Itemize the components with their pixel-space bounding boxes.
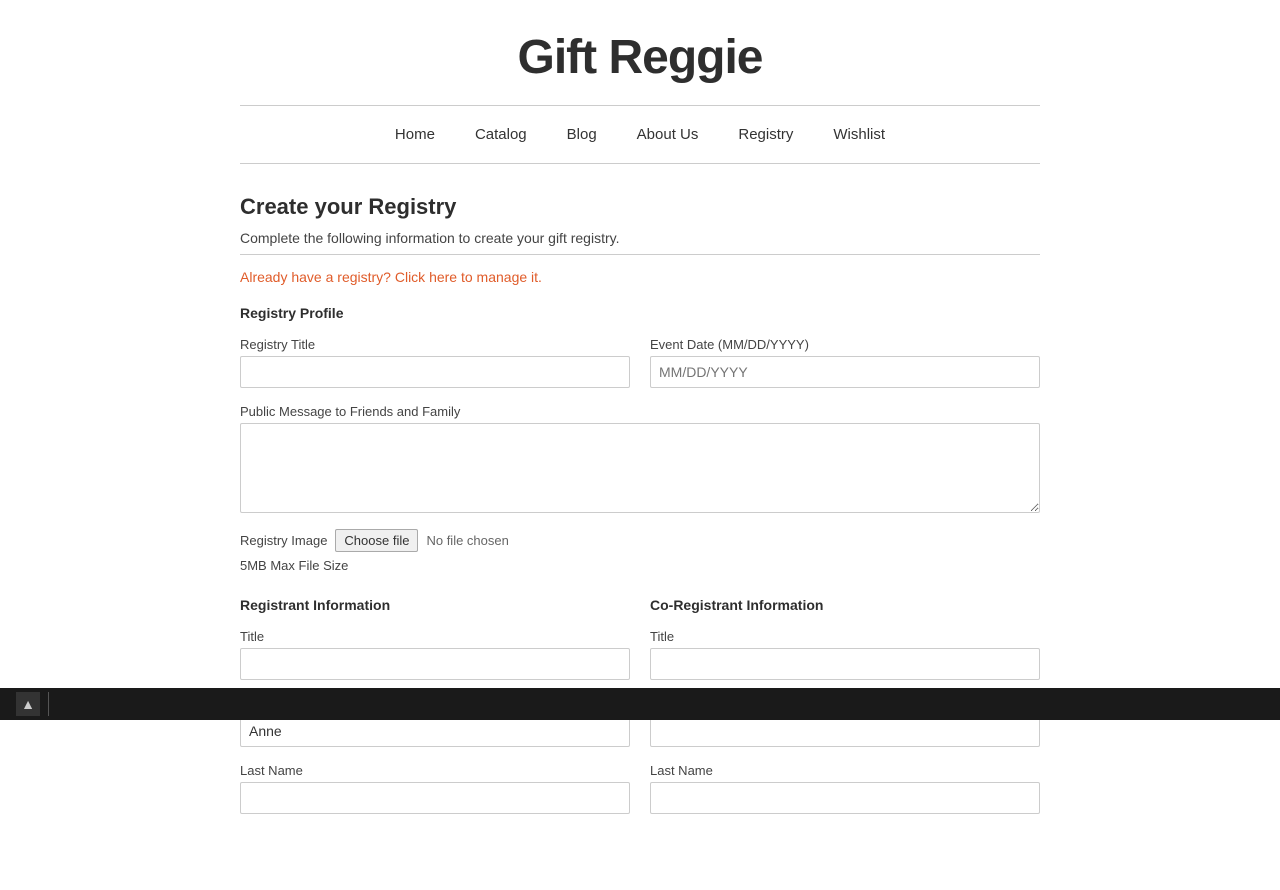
nav-about-us[interactable]: About Us [637,126,699,143]
registry-image-label: Registry Image [240,533,327,548]
registry-title-group: Registry Title [240,337,630,388]
bottom-bar: ▲ [0,688,1280,720]
co-registrant-title-label: Title [650,629,1040,644]
nav-registry[interactable]: Registry [738,126,793,143]
public-message-label: Public Message to Friends and Family [240,404,1040,419]
scroll-up-button[interactable]: ▲ [16,692,40,716]
registrant-title-input[interactable] [240,648,630,680]
co-registrant-title-group: Title [650,629,1040,680]
no-file-chosen-text: No file chosen [426,533,508,548]
registrant-last-name-input[interactable] [240,782,630,814]
choose-file-button[interactable]: Choose file [335,529,418,552]
nav-catalog[interactable]: Catalog [475,126,527,143]
registrant-last-name-label: Last Name [240,763,630,778]
file-upload-row: Registry Image Choose file No file chose… [240,529,1040,552]
existing-registry-link[interactable]: Already have a registry? Click here to m… [240,269,1040,285]
site-nav: Home Catalog Blog About Us Registry Wish… [0,106,1280,163]
nav-blog[interactable]: Blog [567,126,597,143]
registry-title-date-row: Registry Title Event Date (MM/DD/YYYY) [240,337,1040,388]
nav-wishlist[interactable]: Wishlist [833,126,885,143]
registry-profile-section: Registry Profile Registry Title Event Da… [240,305,1040,573]
bottom-bar-divider [48,692,49,716]
registry-profile-heading: Registry Profile [240,305,1040,321]
file-size-note: 5MB Max File Size [240,558,1040,573]
co-registrant-heading: Co-Registrant Information [650,597,1040,613]
page-wrapper: Gift Reggie Home Catalog Blog About Us R… [0,0,1280,890]
page-subtitle: Complete the following information to cr… [240,230,1040,246]
event-date-label: Event Date (MM/DD/YYYY) [650,337,1040,352]
event-date-group: Event Date (MM/DD/YYYY) [650,337,1040,388]
public-message-group: Public Message to Friends and Family [240,404,1040,513]
registry-title-input[interactable] [240,356,630,388]
registrant-last-name-group: Last Name [240,763,630,814]
content-divider [240,254,1040,255]
registry-title-label: Registry Title [240,337,630,352]
co-registrant-last-name-input[interactable] [650,782,1040,814]
public-message-textarea[interactable] [240,423,1040,513]
page-title: Create your Registry [240,194,1040,220]
registrant-title-group: Title [240,629,630,680]
co-registrant-title-input[interactable] [650,648,1040,680]
nav-home[interactable]: Home [395,126,435,143]
co-registrant-last-name-group: Last Name [650,763,1040,814]
registrant-heading: Registrant Information [240,597,630,613]
site-title: Gift Reggie [20,30,1260,85]
registrant-title-label: Title [240,629,630,644]
event-date-input[interactable] [650,356,1040,388]
co-registrant-last-name-label: Last Name [650,763,1040,778]
site-header: Gift Reggie [0,0,1280,105]
main-content: Create your Registry Complete the follow… [0,164,1280,890]
